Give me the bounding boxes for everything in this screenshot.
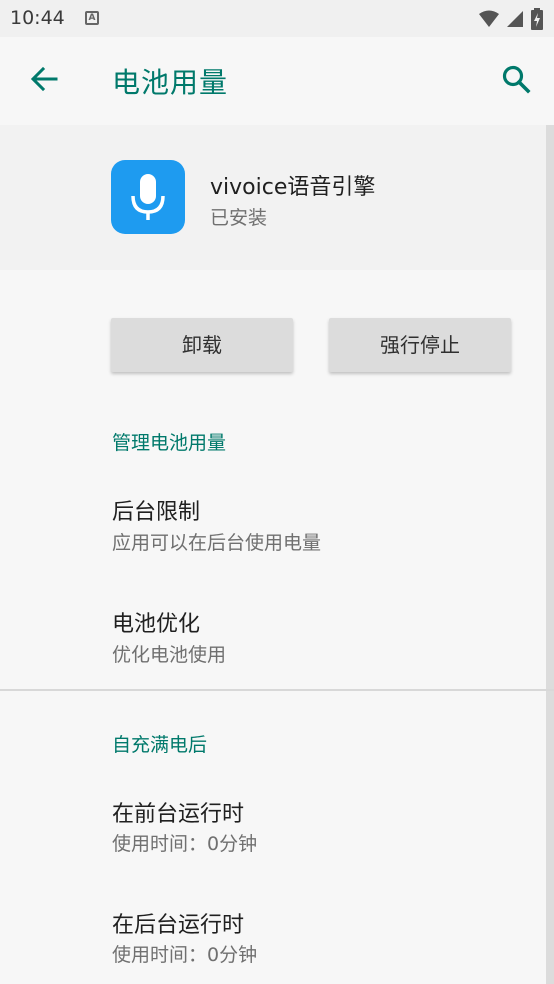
status-icons [478,8,544,30]
list-item-subtitle: 使用时间：0分钟 [112,944,258,966]
uninstall-button[interactable]: 卸载 [111,318,293,372]
app-header: vivoice语音引擎 已安装 [0,125,546,270]
battery-icon [531,8,543,30]
back-button[interactable] [26,61,62,97]
app-install-status: 已安装 [210,207,268,229]
page-title: 电池用量 [112,66,229,99]
scrollbar[interactable] [546,125,554,984]
list-item-title: 电池优化 [112,612,201,637]
list-item-title: 后台限制 [112,500,201,525]
section-title-manage-battery: 管理电池用量 [112,432,227,454]
section-title-since-full-charge: 自充满电后 [112,734,208,756]
microphone-icon [131,174,165,220]
search-button[interactable] [498,61,534,97]
app-name: vivoice语音引擎 [210,175,376,200]
arrow-back-icon [30,66,58,92]
list-item-subtitle: 应用可以在后台使用电量 [112,532,322,554]
list-item-title: 在后台运行时 [112,913,245,938]
status-time: 10:44 [10,7,65,29]
list-item-subtitle: 优化电池使用 [112,644,227,666]
divider [0,689,554,691]
search-icon [502,65,531,94]
status-bar: 10:44 A [0,0,554,37]
wifi-icon [478,10,499,27]
microphone-app-icon [111,160,185,234]
signal-icon [506,11,523,27]
notification-a-icon: A [85,11,99,25]
list-item-subtitle: 使用时间：0分钟 [112,833,258,855]
list-item-title: 在前台运行时 [112,802,245,827]
app-bar: 电池用量 [0,37,554,125]
force-stop-button[interactable]: 强行停止 [329,318,511,372]
